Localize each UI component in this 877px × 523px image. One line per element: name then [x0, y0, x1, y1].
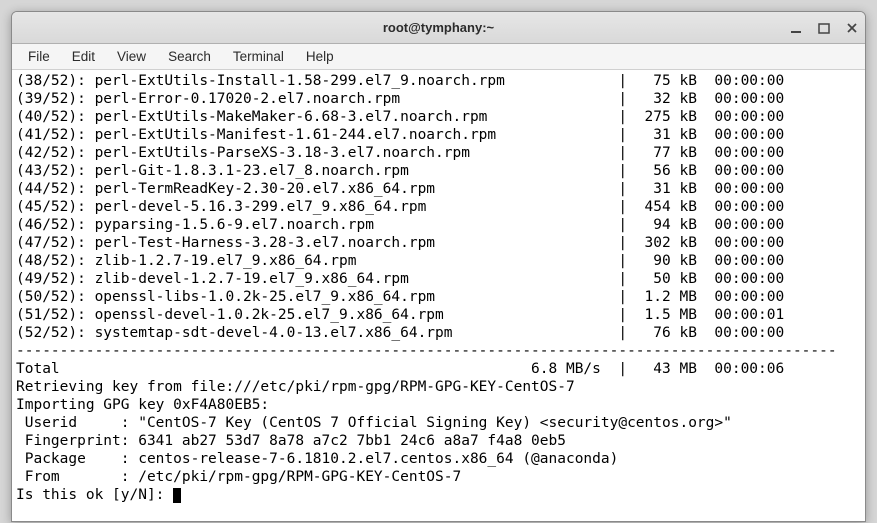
- close-button[interactable]: [845, 21, 859, 35]
- menu-search[interactable]: Search: [158, 46, 221, 67]
- menu-terminal[interactable]: Terminal: [223, 46, 294, 67]
- terminal-window: root@tymphany:~ File Edit View Search Te…: [11, 11, 866, 522]
- maximize-button[interactable]: [817, 21, 831, 35]
- menu-help[interactable]: Help: [296, 46, 344, 67]
- terminal-output[interactable]: (38/52): perl-ExtUtils-Install-1.58-299.…: [12, 70, 865, 521]
- menu-view[interactable]: View: [107, 46, 156, 67]
- prompt-text: Is this ok [y/N]:: [16, 487, 173, 503]
- minimize-button[interactable]: [789, 21, 803, 35]
- menu-file[interactable]: File: [18, 46, 60, 67]
- window-controls: [789, 12, 859, 43]
- titlebar: root@tymphany:~: [12, 12, 865, 44]
- menubar: File Edit View Search Terminal Help: [12, 44, 865, 70]
- menu-edit[interactable]: Edit: [62, 46, 105, 67]
- cursor-icon: [173, 488, 181, 503]
- window-title: root@tymphany:~: [383, 20, 494, 35]
